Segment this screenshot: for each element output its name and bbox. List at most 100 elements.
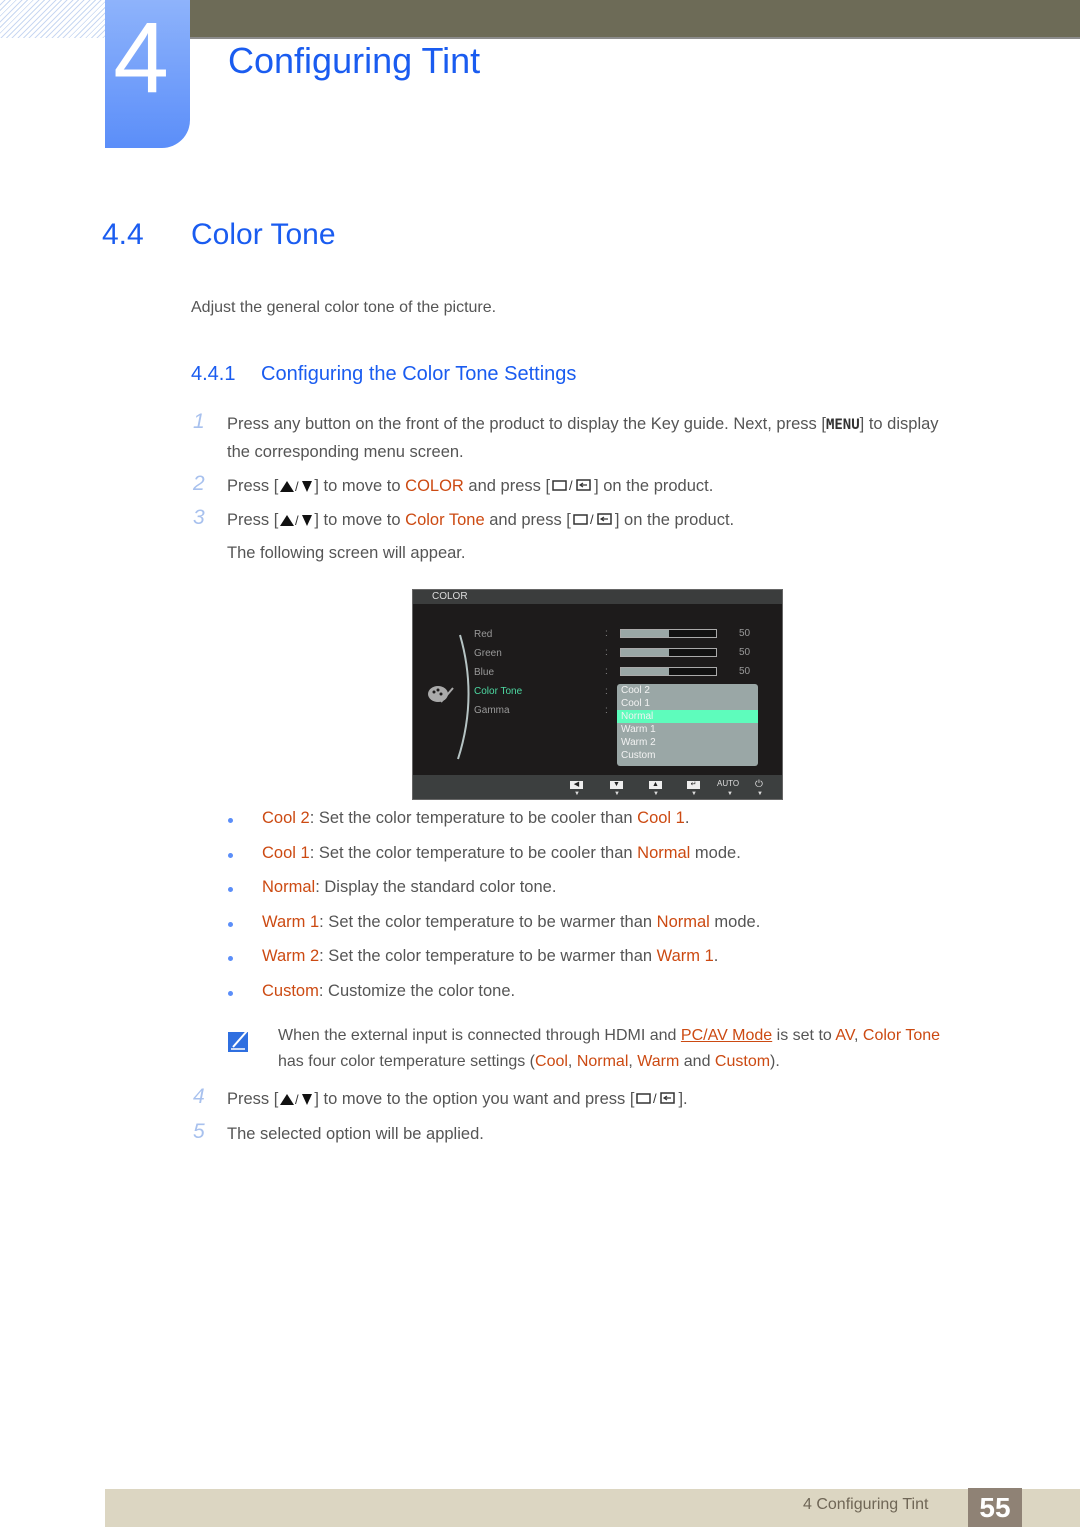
subsection-title: Configuring the Color Tone Settings	[261, 363, 577, 385]
option-cool-2[interactable]: Cool 2	[617, 684, 758, 697]
key-pointer-icon: ▼	[614, 791, 620, 797]
step-text: ] on the product.	[614, 511, 735, 529]
blue-slider[interactable]	[620, 667, 717, 676]
bullet-icon	[228, 853, 233, 858]
red-slider[interactable]	[620, 629, 717, 638]
option-description: Warm 1: Set the color temperature to be …	[262, 913, 760, 932]
key-pointer-icon: ▼	[727, 791, 733, 797]
step-text: and press [	[484, 511, 571, 529]
option-warm-2[interactable]: Warm 2	[617, 736, 758, 749]
step-text: ] on the product.	[594, 477, 714, 495]
enter-key[interactable]: ↵	[687, 779, 700, 789]
option-warm-1[interactable]: Warm 1	[617, 723, 758, 736]
svg-text:/: /	[295, 513, 299, 527]
option-description: Normal: Display the standard color tone.	[262, 878, 556, 897]
color-tone-dropdown[interactable]: Cool 2 Cool 1 Normal Warm 1 Warm 2 Custo…	[617, 684, 758, 766]
step-number: 3	[193, 506, 205, 529]
osd-item-gamma[interactable]: Gamma	[474, 705, 510, 716]
osd-colon: :	[605, 647, 608, 658]
step-text: Press [	[227, 511, 279, 529]
up-key[interactable]: ▲	[649, 779, 662, 789]
option-desc: : Display the standard color tone.	[315, 878, 557, 896]
up-down-arrow-icon: /	[278, 474, 314, 502]
power-icon[interactable]: ⏻	[755, 779, 763, 790]
palette-icon	[428, 686, 454, 703]
option-name: Warm 2	[262, 947, 320, 965]
step-text: Press any button on the front of the pro…	[227, 415, 826, 433]
up-down-arrow-icon: /	[278, 1087, 314, 1115]
chapter-title: Configuring Tint	[228, 40, 481, 81]
osd-item-red[interactable]: Red	[474, 629, 492, 640]
step-text: Press [	[227, 1090, 279, 1108]
blue-value: 50	[739, 666, 751, 677]
option-description: Custom: Customize the color tone.	[262, 982, 515, 1001]
note-text: and	[679, 1053, 715, 1070]
section-number: 4.4	[102, 218, 144, 251]
step-1-line-1: Press any button on the front of the pro…	[227, 410, 939, 439]
note-text: ,	[628, 1053, 638, 1070]
note-text: has four color temperature settings (	[278, 1053, 536, 1070]
option-cool-1[interactable]: Cool 1	[617, 697, 758, 710]
step-number: 1	[193, 410, 205, 433]
source-enter-icon: /	[550, 474, 594, 502]
highlight-term: Cool	[535, 1053, 568, 1070]
step-text: ].	[678, 1090, 688, 1108]
osd-title: COLOR	[432, 591, 468, 602]
bullet-icon	[228, 922, 233, 927]
osd-item-green[interactable]: Green	[474, 648, 502, 659]
down-key[interactable]: ▼	[610, 779, 623, 789]
enter-icon: ↵	[687, 781, 700, 789]
bullet-icon	[228, 818, 233, 823]
option-description: Cool 1: Set the color temperature to be …	[262, 844, 741, 863]
key-pointer-icon: ▼	[653, 791, 659, 797]
section-intro: Adjust the general color tone of the pic…	[191, 299, 497, 316]
step-3-follow: The following screen will appear.	[227, 544, 466, 562]
chapter-number: 4	[113, 2, 169, 114]
step-4: Press [ / ] to move to the option you want…	[227, 1085, 688, 1115]
key-pointer-icon: ▼	[691, 791, 697, 797]
osd-key-guide: ◀ ▼ ▲ ↵ AUTO ⏻ ▼ ▼ ▼ ▼ ▼ ▼	[413, 775, 782, 799]
page-number: 55	[968, 1488, 1022, 1527]
option-desc: : Customize the color tone.	[318, 982, 516, 1000]
osd-item-color-tone[interactable]: Color Tone	[474, 686, 522, 697]
step-number: 4	[193, 1085, 205, 1108]
svg-text:/: /	[590, 512, 594, 527]
note-text: ).	[770, 1053, 780, 1070]
option-name: Custom	[262, 982, 319, 1000]
step-text: ] to move to the option you want and pre…	[314, 1090, 635, 1108]
up-down-arrow-icon: /	[278, 508, 314, 536]
option-custom[interactable]: Custom	[617, 749, 758, 762]
red-value: 50	[739, 628, 751, 639]
left-key[interactable]: ◀	[570, 779, 583, 789]
osd-item-blue[interactable]: Blue	[474, 667, 494, 678]
chapter-top-bar	[190, 0, 1080, 39]
step-5: The selected option will be applied.	[227, 1125, 484, 1143]
slider-fill	[621, 649, 669, 656]
note-text: ,	[567, 1053, 577, 1070]
highlight-term: Color Tone	[862, 1027, 941, 1044]
highlight-term: Custom	[714, 1053, 771, 1070]
highlight-term: AV	[835, 1027, 855, 1044]
option-ref: Warm 1	[656, 947, 714, 965]
note-text: ,	[854, 1027, 863, 1044]
step-text: ] to move to	[314, 511, 406, 529]
section-title: Color Tone	[191, 218, 336, 251]
subsection-number: 4.4.1	[191, 363, 236, 385]
chapter-number-box: 4	[105, 0, 190, 148]
slider-fill	[621, 630, 669, 637]
pc-av-mode-link[interactable]: PC/AV Mode	[681, 1027, 772, 1044]
step-3: Press [/] to move to Color Tone and pres…	[227, 506, 734, 536]
down-arrow-icon: ▼	[610, 781, 623, 789]
option-ref: Normal	[656, 913, 710, 931]
green-slider[interactable]	[620, 648, 717, 657]
step-text: ] to display	[859, 415, 939, 433]
step-2: Press [/] to move to COLOR and press [/]…	[227, 472, 713, 502]
highlight-term: Normal	[576, 1053, 629, 1070]
option-tail: mode.	[709, 913, 761, 931]
auto-key[interactable]: AUTO	[717, 779, 739, 788]
option-name: Cool 1	[262, 844, 310, 862]
svg-text:/: /	[295, 1092, 299, 1106]
option-normal[interactable]: Normal	[617, 710, 758, 723]
svg-text:/: /	[653, 1091, 657, 1106]
option-tail: .	[713, 947, 719, 965]
